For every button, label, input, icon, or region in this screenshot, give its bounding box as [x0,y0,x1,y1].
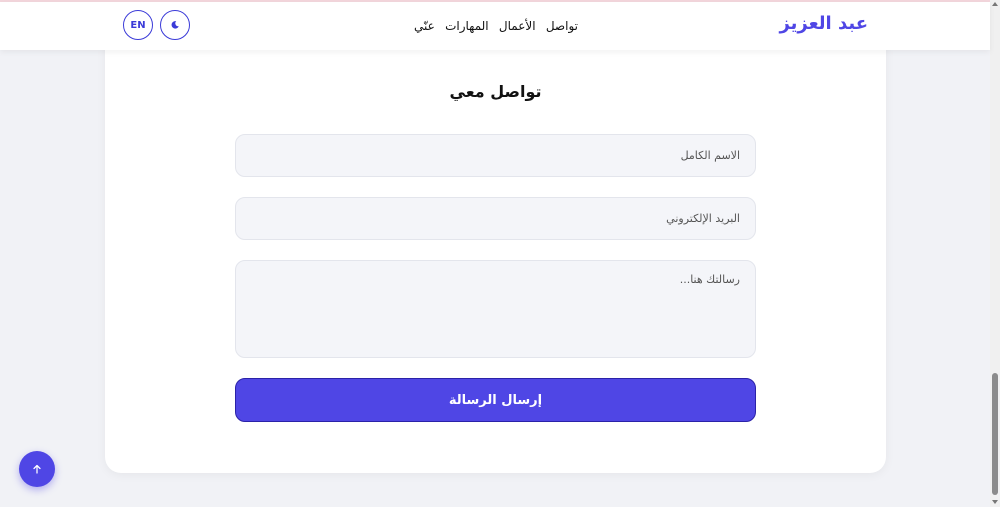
scroll-up-arrow-icon[interactable] [992,2,998,6]
theme-toggle-button[interactable] [160,10,190,40]
language-toggle-button[interactable]: EN [123,10,153,40]
scroll-down-arrow-icon[interactable] [992,500,998,504]
contact-section-title: تواصل معي [449,82,542,101]
navbar: عبد العزيز عنّي المهارات الأعمال تواصل E… [0,2,990,50]
nav-link-contact[interactable]: تواصل [546,19,578,33]
nav-links: عنّي المهارات الأعمال تواصل [414,16,578,36]
email-input[interactable] [235,197,756,240]
arrow-up-icon [33,464,41,474]
page-scrollbar[interactable] [990,0,1000,507]
nav-link-skills[interactable]: المهارات [445,19,489,33]
scrollbar-thumb[interactable] [992,373,998,495]
full-name-input[interactable] [235,134,756,177]
send-message-button[interactable]: إرسال الرسالة [235,378,756,422]
back-to-top-button[interactable] [19,451,55,487]
moon-icon [171,21,179,29]
message-textarea[interactable] [235,260,756,358]
nav-link-about[interactable]: عنّي [414,19,435,33]
brand-logo[interactable]: عبد العزيز [779,13,868,34]
nav-link-works[interactable]: الأعمال [499,19,536,33]
